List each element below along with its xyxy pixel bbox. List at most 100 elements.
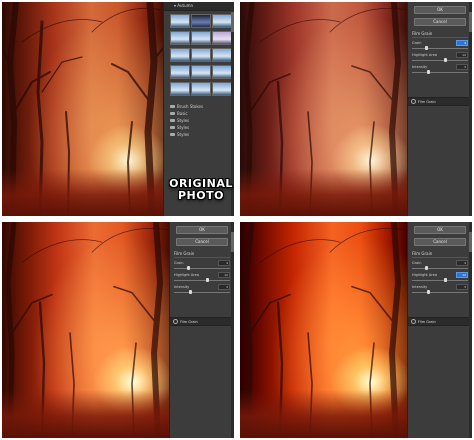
filter-folder-item[interactable]: Basic xyxy=(170,110,234,117)
slider-track xyxy=(412,291,468,293)
original-photo-label: ORIGINAL PHOTO xyxy=(166,178,234,202)
param-slider[interactable] xyxy=(174,290,230,294)
filter-thumbnail[interactable] xyxy=(170,65,190,79)
param-grain: Grain 4 xyxy=(412,260,468,270)
library-folder-header[interactable]: ▾ Autumn xyxy=(164,2,234,11)
param-slider[interactable] xyxy=(174,266,230,270)
slider-knob[interactable] xyxy=(189,290,193,294)
slider-track xyxy=(174,267,230,269)
slider-knob[interactable] xyxy=(206,278,210,282)
filter-folder-item[interactable]: Styles xyxy=(170,131,234,138)
film-grain-settings-panel: OK Cancel Film Grain Grain 4 Highlight Are… xyxy=(407,222,472,438)
param-slider[interactable] xyxy=(412,70,468,74)
library-folder-label: Autumn xyxy=(177,3,194,8)
scrollbar-thumb[interactable] xyxy=(469,232,472,252)
param-slider[interactable] xyxy=(174,278,230,282)
param-grain: Grain 4 xyxy=(174,260,230,270)
panel-scrollbar[interactable] xyxy=(469,2,472,216)
filter-name-dropdown[interactable]: Film Grain xyxy=(174,251,230,258)
slider-knob[interactable] xyxy=(427,70,431,74)
panel-scrollbar[interactable] xyxy=(469,222,472,438)
effect-layer-row[interactable]: Film Grain xyxy=(408,317,472,326)
param-label: Intensity xyxy=(412,285,428,289)
film-grain-settings-panel: OK Cancel Film Grain Grain 4 Highlight Are… xyxy=(407,2,472,216)
param-label: Intensity xyxy=(412,65,428,69)
slider-knob[interactable] xyxy=(424,266,428,270)
param-slider[interactable] xyxy=(412,58,468,62)
filter-params: Grain 4 Highlight Area 12 Intensity 3 xyxy=(408,40,472,74)
slider-track xyxy=(412,71,468,73)
param-slider[interactable] xyxy=(412,266,468,270)
folder-label: Styles xyxy=(177,125,190,130)
filter-thumbnail[interactable] xyxy=(170,82,190,96)
folder-label: Brush Stokes xyxy=(177,104,204,109)
slider-knob[interactable] xyxy=(424,46,428,50)
filter-params: Grain 4 Highlight Area 12 Intensity 3 xyxy=(170,260,234,294)
filter-thumbnail-grid xyxy=(164,11,234,96)
panel-original: ▾ Autumn Brush Stokes Basic Styles Styles St… xyxy=(2,2,234,216)
slider-knob[interactable] xyxy=(444,58,448,62)
panel-scrollbar[interactable] xyxy=(231,222,234,438)
filter-folder-item[interactable]: Styles xyxy=(170,124,234,131)
filter-thumbnail[interactable] xyxy=(191,14,211,28)
leaf-ground xyxy=(2,168,164,216)
filter-thumbnail[interactable] xyxy=(191,65,211,79)
scrollbar-thumb[interactable] xyxy=(231,232,234,252)
filter-name-dropdown[interactable]: Film Grain xyxy=(412,31,468,38)
filter-thumbnail[interactable] xyxy=(191,31,211,45)
forest-photo xyxy=(2,2,164,216)
filter-thumbnail[interactable] xyxy=(212,65,232,79)
filter-thumbnail[interactable] xyxy=(212,14,232,28)
filter-thumbnail[interactable] xyxy=(191,82,211,96)
ok-button[interactable]: OK xyxy=(176,226,228,234)
eye-icon[interactable] xyxy=(411,319,416,324)
ok-button[interactable]: OK xyxy=(414,226,466,234)
filter-thumbnail[interactable] xyxy=(170,31,190,45)
slider-track xyxy=(412,279,468,281)
filter-thumbnail[interactable] xyxy=(191,48,211,62)
panel-variant-2: OK Cancel Film Grain Grain 4 Highlight Are… xyxy=(2,222,234,438)
slider-knob[interactable] xyxy=(444,278,448,282)
eye-icon[interactable] xyxy=(173,319,178,324)
slider-track xyxy=(412,47,468,49)
cancel-button[interactable]: Cancel xyxy=(414,238,466,246)
folder-icon xyxy=(170,105,175,108)
param-label: Grain xyxy=(174,261,184,265)
film-grain-settings-panel: OK Cancel Film Grain Grain 4 Highlight Are… xyxy=(169,222,234,438)
effect-layer-label: Film Grain xyxy=(418,319,436,324)
scrollbar-thumb[interactable] xyxy=(469,12,472,32)
filter-name-dropdown[interactable]: Film Grain xyxy=(412,251,468,258)
folder-label: Styles xyxy=(177,118,190,123)
leaf-ground xyxy=(2,390,170,438)
forest-photo xyxy=(240,222,408,438)
param-intensity: Intensity 3 xyxy=(174,284,230,294)
filter-thumbnail[interactable] xyxy=(212,48,232,62)
filter-folder-item[interactable]: Brush Stokes xyxy=(170,103,234,110)
eye-icon[interactable] xyxy=(411,99,416,104)
param-slider[interactable] xyxy=(412,278,468,282)
cancel-button[interactable]: Cancel xyxy=(414,18,466,26)
filter-thumbnail[interactable] xyxy=(212,82,232,96)
filter-thumbnail[interactable] xyxy=(212,31,232,45)
filter-folder-item[interactable]: Styles xyxy=(170,117,234,124)
effect-layer-label: Film Grain xyxy=(180,319,198,324)
effect-layer-row[interactable]: Film Grain xyxy=(408,97,472,106)
param-highlight-area: Highlight Area 12 xyxy=(412,52,468,62)
effect-layer-row[interactable]: Film Grain xyxy=(170,317,234,326)
cancel-button[interactable]: Cancel xyxy=(176,238,228,246)
param-highlight-area: Highlight Area 12 xyxy=(174,272,230,282)
param-slider[interactable] xyxy=(412,290,468,294)
filter-thumbnail[interactable] xyxy=(170,48,190,62)
slider-track xyxy=(174,279,230,281)
slider-track xyxy=(412,59,468,61)
filter-thumbnail[interactable] xyxy=(170,14,190,28)
scrollbar-thumb[interactable] xyxy=(231,12,234,32)
label-line-2: PHOTO xyxy=(178,189,224,202)
param-slider[interactable] xyxy=(412,46,468,50)
slider-knob[interactable] xyxy=(427,290,431,294)
slider-knob[interactable] xyxy=(186,266,190,270)
panel-variant-1: OK Cancel Film Grain Grain 4 Highlight Are… xyxy=(240,2,472,216)
panel-variant-3: OK Cancel Film Grain Grain 4 Highlight Are… xyxy=(240,222,472,438)
param-highlight-area: Highlight Area 12 xyxy=(412,272,468,282)
ok-button[interactable]: OK xyxy=(414,6,466,14)
